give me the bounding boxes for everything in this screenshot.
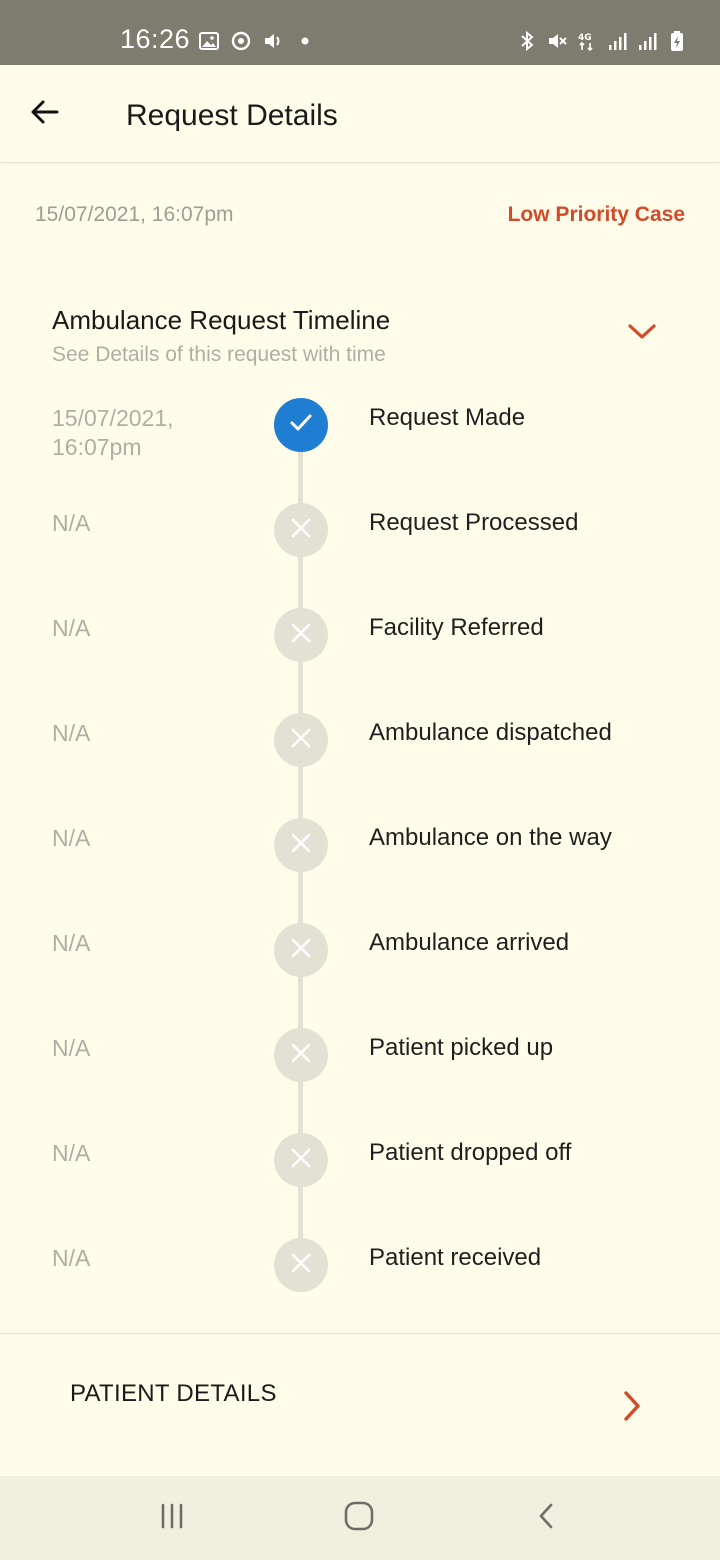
step-pending-marker xyxy=(274,503,328,557)
timeline-subtitle: See Details of this request with time xyxy=(52,343,386,366)
timeline-step-time: N/A xyxy=(52,1245,91,1271)
back-icon xyxy=(532,1501,562,1536)
timeline-step: N/A Ambulance arrived xyxy=(0,923,720,1034)
timeline-step: N/A Request Processed xyxy=(0,503,720,614)
timeline-step-label: Request Made xyxy=(369,404,526,431)
priority-badge: Low Priority Case xyxy=(507,203,685,226)
timeline-step-label: Facility Referred xyxy=(369,614,544,641)
timeline-step-time: 15/07/2021, 16:07pm xyxy=(52,405,174,460)
status-bar: 16:26 4G xyxy=(0,0,720,65)
patient-details-button[interactable]: PATIENT DETAILS xyxy=(0,1334,720,1476)
patient-details-label: PATIENT DETAILS xyxy=(70,1380,277,1407)
image-icon xyxy=(198,30,220,52)
bluetooth-icon xyxy=(516,30,538,52)
step-pending-marker xyxy=(274,713,328,767)
step-pending-marker xyxy=(274,1238,328,1292)
step-pending-marker xyxy=(274,923,328,977)
timeline-step-time: N/A xyxy=(52,615,91,641)
svg-text:4G: 4G xyxy=(578,33,592,43)
chevron-right-icon xyxy=(614,1388,650,1424)
timeline-step-time: N/A xyxy=(52,510,91,536)
home-button[interactable] xyxy=(339,1498,379,1538)
close-icon xyxy=(288,1145,314,1176)
back-button[interactable] xyxy=(22,91,68,137)
timeline-step-time: N/A xyxy=(52,1140,91,1166)
mute-icon xyxy=(546,30,568,52)
timeline-step-label: Patient picked up xyxy=(369,1034,554,1061)
arrow-left-icon xyxy=(29,96,61,133)
timeline-step: N/A Patient picked up xyxy=(0,1028,720,1139)
timeline-step-label: Request Processed xyxy=(369,509,579,536)
step-pending-marker xyxy=(274,1133,328,1187)
step-pending-marker xyxy=(274,1028,328,1082)
volume-icon xyxy=(262,30,284,52)
timeline-step-label: Patient received xyxy=(369,1244,542,1271)
timeline-step: 15/07/2021, 16:07pm Request Made xyxy=(0,398,720,509)
timeline-step: N/A Ambulance on the way xyxy=(0,818,720,929)
timeline-step-label: Ambulance dispatched xyxy=(369,719,612,746)
close-icon xyxy=(288,1040,314,1071)
timeline-step: N/A Patient dropped off xyxy=(0,1133,720,1244)
status-time: 16:26 xyxy=(120,24,191,54)
timeline-step-time: N/A xyxy=(52,930,91,956)
nav-back-button[interactable] xyxy=(527,1498,567,1538)
timeline-step-label: Ambulance on the way xyxy=(369,824,612,851)
close-icon xyxy=(288,725,314,756)
signal-icon xyxy=(636,30,658,52)
4g-icon: 4G xyxy=(576,30,598,52)
recents-button[interactable] xyxy=(152,1498,192,1538)
timeline-step: N/A Facility Referred xyxy=(0,608,720,719)
request-date: 15/07/2021, 16:07pm xyxy=(35,203,234,226)
app-bar: Request Details xyxy=(0,65,720,163)
home-icon xyxy=(343,1500,375,1537)
chevron-down-icon xyxy=(627,322,657,347)
close-icon xyxy=(288,515,314,546)
step-pending-marker xyxy=(274,818,328,872)
signal-icon xyxy=(606,30,628,52)
close-icon xyxy=(288,1250,314,1281)
check-icon xyxy=(287,409,315,442)
timeline-step-time: N/A xyxy=(52,825,91,851)
step-done-marker xyxy=(274,398,328,452)
status-icons-left xyxy=(198,28,316,54)
timeline-step: N/A Ambulance dispatched xyxy=(0,713,720,824)
sync-icon xyxy=(230,30,252,52)
timeline-title: Ambulance Request Timeline xyxy=(52,305,391,335)
timeline-step-time: N/A xyxy=(52,1035,91,1061)
timeline-step-time: N/A xyxy=(52,720,91,746)
close-icon xyxy=(288,830,314,861)
close-icon xyxy=(288,620,314,651)
timeline-toggle-button[interactable] xyxy=(620,316,664,352)
battery-charging-icon xyxy=(666,30,688,52)
system-nav-bar xyxy=(0,1476,720,1560)
close-icon xyxy=(288,935,314,966)
timeline-step-label: Ambulance arrived xyxy=(369,929,570,956)
dot-icon xyxy=(294,30,316,52)
step-pending-marker xyxy=(274,608,328,662)
timeline-step-label: Patient dropped off xyxy=(369,1139,572,1166)
status-icons-right: 4G xyxy=(516,28,688,54)
page-title: Request Details xyxy=(126,99,338,132)
recents-icon xyxy=(157,1501,187,1536)
